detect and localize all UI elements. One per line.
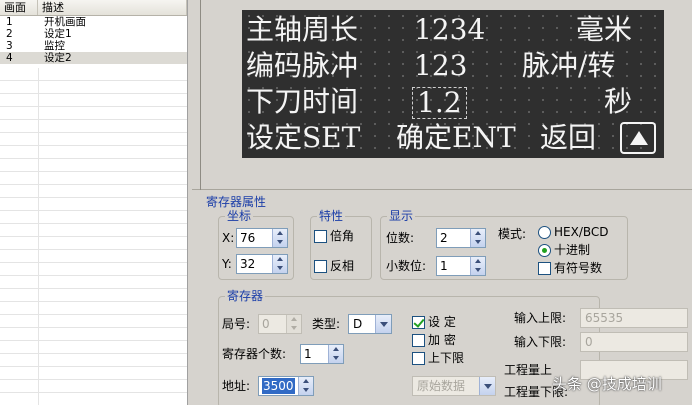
- lcd-label[interactable]: 主轴周长: [246, 12, 358, 48]
- col-header-screen[interactable]: 画面: [0, 0, 38, 15]
- x-label: X:: [222, 231, 235, 245]
- list-rows: 1 开机画面 2 设定1 3 监控 4 设定2: [0, 16, 187, 64]
- list-item-num: 1: [6, 16, 13, 28]
- upper-limit-label: 输入上限:: [514, 311, 567, 325]
- mode-label: 模式:: [498, 227, 527, 241]
- digits-stepper[interactable]: 2: [436, 228, 486, 248]
- decimals-stepper[interactable]: 1: [436, 256, 486, 276]
- hex-bcd-radio[interactable]: [538, 226, 551, 239]
- encrypt-label: 加 密: [428, 333, 456, 347]
- x-value: 76: [240, 231, 256, 245]
- lcd-set-label[interactable]: 设定SET: [246, 120, 360, 156]
- double-angle-label: 倍角: [330, 229, 355, 243]
- spin-arrows-icon[interactable]: [272, 255, 287, 273]
- spin-arrows-icon[interactable]: [286, 315, 301, 333]
- list-header: 画面 描述: [0, 0, 187, 16]
- list-item-desc: 设定2: [44, 52, 72, 64]
- spin-arrows-icon[interactable]: [328, 345, 343, 363]
- decimal-radio[interactable]: [538, 244, 551, 257]
- lcd-unit[interactable]: 毫米: [576, 12, 632, 48]
- list-item-num: 3: [6, 40, 13, 52]
- address-value[interactable]: 3500: [262, 378, 295, 394]
- invert-label: 反相: [330, 259, 355, 273]
- spin-arrows-icon[interactable]: [470, 257, 485, 275]
- lcd-unit[interactable]: 脉冲/转: [522, 48, 615, 84]
- raw-data-value: 原始数据: [417, 379, 466, 393]
- hex-bcd-label: HEX/BCD: [554, 225, 609, 239]
- signed-label: 有符号数: [554, 261, 603, 275]
- reg-count-value: 1: [304, 347, 312, 361]
- decimals-label: 小数位:: [386, 259, 427, 273]
- lcd-edit-field[interactable]: 1.2: [412, 87, 467, 119]
- address-label: 地址:: [222, 379, 251, 393]
- type-label: 类型:: [312, 317, 341, 331]
- list-item-selected[interactable]: 4 设定2: [0, 52, 187, 64]
- y-stepper[interactable]: 32: [236, 254, 288, 274]
- spin-arrows-icon[interactable]: [298, 377, 313, 395]
- spin-arrows-icon[interactable]: [470, 229, 485, 247]
- list-item-desc: 开机画面: [44, 16, 86, 28]
- list-item-num: 4: [6, 52, 13, 64]
- props-title: 寄存器属性: [206, 195, 267, 209]
- decimals-value: 1: [440, 259, 448, 273]
- list-empty-area: [0, 68, 187, 405]
- chevron-down-icon[interactable]: [375, 315, 391, 333]
- chevron-down-icon[interactable]: [479, 377, 495, 395]
- list-item[interactable]: 1 开机画面: [0, 16, 187, 28]
- screen-list[interactable]: 画面 描述 1 开机画面 2 设定1 3 监控 4 设定2: [0, 0, 188, 405]
- display-group-title: 显示: [387, 209, 416, 223]
- attr-group-title: 特性: [317, 209, 346, 223]
- type-select[interactable]: D: [348, 314, 392, 334]
- y-value: 32: [240, 257, 256, 271]
- signed-checkbox[interactable]: [538, 262, 551, 275]
- lower-limit-label: 输入下限:: [514, 335, 567, 349]
- station-stepper[interactable]: 0: [258, 314, 302, 334]
- upper-limit-input[interactable]: 65535: [580, 308, 688, 328]
- y-label: Y:: [222, 257, 232, 271]
- list-item-desc: 设定1: [44, 28, 72, 40]
- list-item[interactable]: 2 设定1: [0, 28, 187, 40]
- digits-label: 位数:: [386, 231, 415, 245]
- up-arrow-icon[interactable]: [620, 122, 656, 154]
- reg-count-label: 寄存器个数:: [222, 347, 287, 361]
- list-item-desc: 监控: [44, 40, 65, 52]
- register-group-title: 寄存器: [225, 289, 266, 303]
- spin-arrows-icon[interactable]: [272, 229, 287, 247]
- limits-checkbox[interactable]: [412, 352, 425, 365]
- type-value: D: [353, 317, 363, 331]
- encrypt-checkbox[interactable]: [412, 334, 425, 347]
- lcd-screen[interactable]: 主轴周长 1234 毫米 编码脉冲 123 脉冲/转 下刀时间 1.2 秒 设定…: [242, 10, 664, 158]
- lower-limit-input[interactable]: 0: [580, 332, 688, 352]
- watermark: 头条 @技成培训: [552, 375, 662, 393]
- lcd-ent-label[interactable]: 确定ENT: [396, 120, 516, 156]
- col-header-desc[interactable]: 描述: [38, 0, 187, 15]
- reg-count-stepper[interactable]: 1: [300, 344, 344, 364]
- address-stepper[interactable]: 3500: [258, 376, 314, 396]
- preview-area: 主轴周长 1234 毫米 编码脉冲 123 脉冲/转 下刀时间 1.2 秒 设定…: [192, 0, 692, 190]
- list-item-num: 2: [6, 28, 13, 40]
- limits-label: 上下限: [428, 351, 465, 365]
- raw-data-select[interactable]: 原始数据: [412, 376, 496, 396]
- x-stepper[interactable]: 76: [236, 228, 288, 248]
- station-value: 0: [262, 317, 270, 331]
- eng-upper-label: 工程量上: [504, 363, 553, 377]
- list-item[interactable]: 3 监控: [0, 40, 187, 52]
- coord-group-title: 坐标: [225, 209, 254, 223]
- lcd-back-label[interactable]: 返回: [540, 120, 596, 156]
- double-angle-checkbox[interactable]: [314, 230, 327, 243]
- lcd-label[interactable]: 下刀时间: [246, 84, 358, 120]
- digits-value: 2: [440, 231, 448, 245]
- station-label: 局号:: [222, 317, 251, 331]
- invert-checkbox[interactable]: [314, 260, 327, 273]
- lcd-unit[interactable]: 秒: [604, 84, 632, 120]
- setting-label: 设 定: [428, 315, 456, 329]
- preview-frame-line: [200, 0, 201, 190]
- lcd-value[interactable]: 123: [414, 48, 467, 84]
- lcd-value[interactable]: 1234: [414, 12, 485, 48]
- setting-checkbox[interactable]: [412, 316, 425, 329]
- lcd-label[interactable]: 编码脉冲: [246, 48, 358, 84]
- decimal-label: 十进制: [554, 243, 591, 257]
